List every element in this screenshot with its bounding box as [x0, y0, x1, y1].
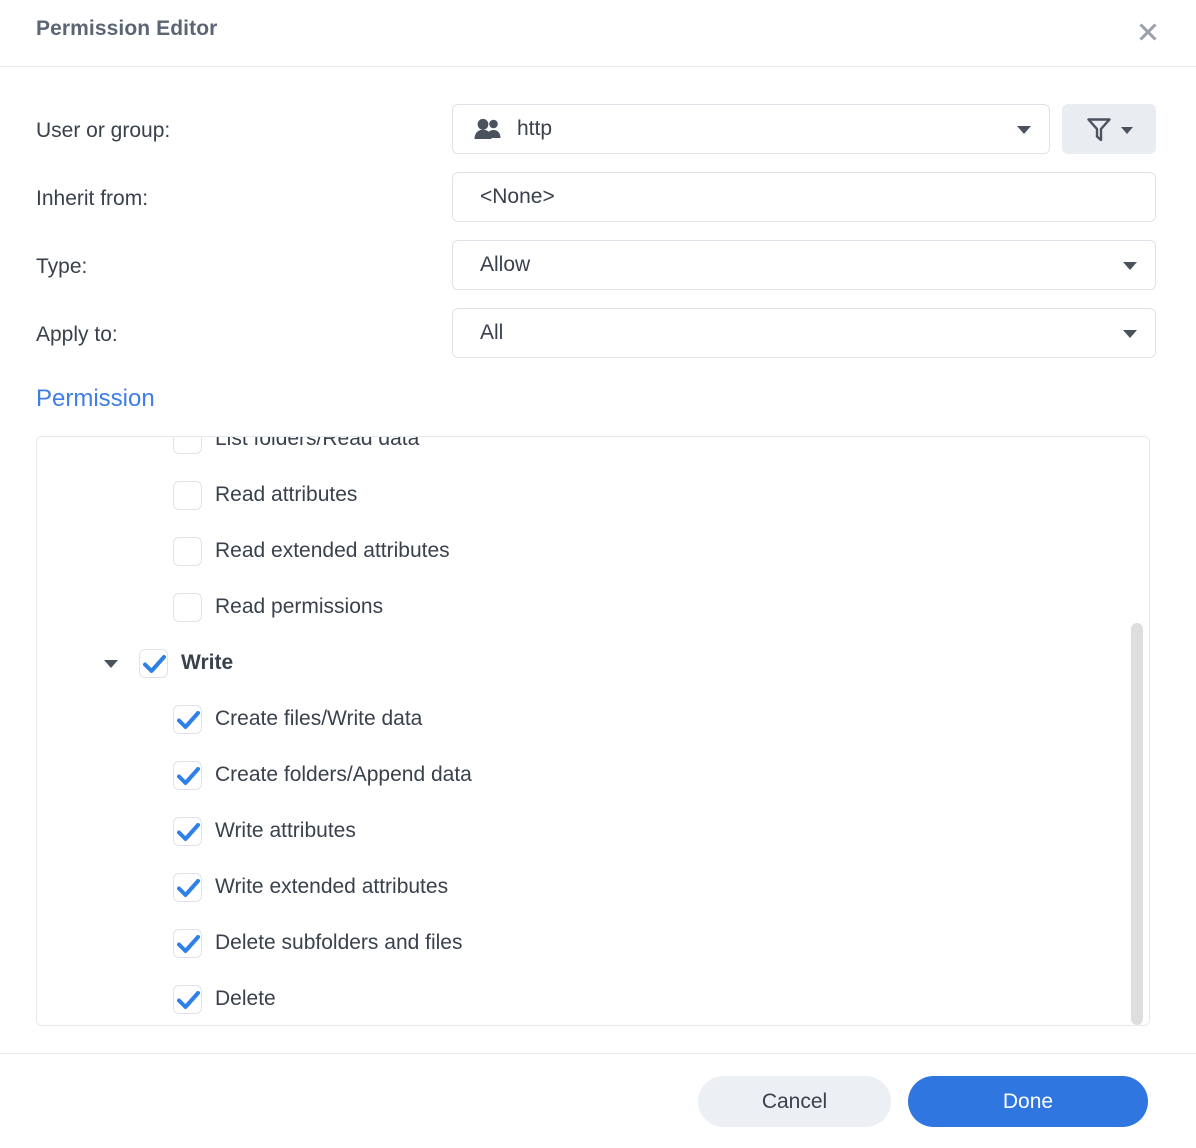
- chevron-down-icon: [1120, 127, 1133, 134]
- type-select[interactable]: Allow: [452, 240, 1156, 290]
- permission-label: List folders/Read data: [215, 436, 420, 450]
- permission-label: Create folders/Append data: [215, 763, 472, 786]
- permission-label: Create files/Write data: [215, 707, 423, 730]
- user-or-group-value: http: [517, 117, 553, 140]
- permission-label: Delete subfolders and files: [215, 931, 463, 954]
- close-icon[interactable]: [1130, 14, 1166, 50]
- cancel-button[interactable]: Cancel: [698, 1076, 891, 1127]
- permission-row[interactable]: List folders/Read data: [37, 436, 1149, 467]
- checkbox-checked[interactable]: [173, 928, 202, 958]
- permission-row[interactable]: Create folders/Append data: [37, 747, 1149, 803]
- permission-editor-dialog: Permission Editor User or group: http In…: [0, 0, 1196, 1148]
- type-value: Allow: [480, 253, 531, 276]
- permission-label: Write: [181, 651, 234, 674]
- group-icon: [473, 118, 503, 140]
- apply-to-select[interactable]: All: [452, 308, 1156, 358]
- footer-divider: [0, 1053, 1196, 1054]
- chevron-down-icon: [1017, 126, 1031, 134]
- user-or-group-select[interactable]: http: [452, 104, 1050, 154]
- inherit-from-label: Inherit from:: [36, 187, 149, 210]
- permission-row[interactable]: Delete subfolders and files: [37, 915, 1149, 971]
- permission-row[interactable]: Create files/Write data: [37, 691, 1149, 747]
- permission-group-row[interactable]: Write: [37, 635, 1149, 691]
- checkbox-unchecked[interactable]: [173, 480, 202, 510]
- apply-to-label: Apply to:: [36, 323, 118, 346]
- checkbox-checked[interactable]: [173, 984, 202, 1014]
- permission-row[interactable]: Read extended attributes: [37, 523, 1149, 579]
- checkbox-checked[interactable]: [173, 704, 202, 734]
- permission-section-title: Permission: [36, 385, 155, 412]
- checkbox-unchecked[interactable]: [173, 437, 202, 454]
- filter-button[interactable]: [1062, 104, 1156, 154]
- checkbox-unchecked[interactable]: [173, 536, 202, 566]
- permission-list-container: List folders/Read data Read attributes Rea…: [36, 436, 1150, 1026]
- permission-list: List folders/Read data Read attributes Rea…: [37, 436, 1149, 1025]
- checkbox-checked[interactable]: [139, 648, 168, 678]
- permission-label: Read permissions: [215, 595, 384, 618]
- permission-row[interactable]: Read attributes: [37, 467, 1149, 523]
- checkbox-checked[interactable]: [173, 760, 202, 790]
- permission-list-scrollbar[interactable]: [1131, 437, 1143, 1025]
- scrollbar-thumb[interactable]: [1131, 623, 1143, 1025]
- done-button[interactable]: Done: [908, 1076, 1148, 1127]
- chevron-down-icon: [1123, 262, 1137, 270]
- user-or-group-label: User or group:: [36, 119, 171, 142]
- permission-row[interactable]: Write attributes: [37, 803, 1149, 859]
- inherit-from-field[interactable]: <None>: [452, 172, 1156, 222]
- inherit-from-value: <None>: [480, 185, 555, 208]
- permission-label: Write extended attributes: [215, 875, 449, 898]
- chevron-down-icon: [1123, 330, 1137, 338]
- apply-to-value: All: [480, 321, 504, 344]
- permission-label: Write attributes: [215, 819, 356, 842]
- checkbox-checked[interactable]: [173, 872, 202, 902]
- permission-row[interactable]: Read permissions: [37, 579, 1149, 635]
- permission-row[interactable]: Delete: [37, 971, 1149, 1025]
- dialog-titlebar: Permission Editor: [0, 0, 1196, 67]
- checkbox-checked[interactable]: [173, 816, 202, 846]
- page-title: Permission Editor: [36, 17, 218, 40]
- permission-label: Read extended attributes: [215, 539, 450, 562]
- permission-row[interactable]: Write extended attributes: [37, 859, 1149, 915]
- type-label: Type:: [36, 255, 88, 278]
- caret-down-icon[interactable]: [104, 660, 118, 668]
- permission-label: Delete: [215, 987, 276, 1010]
- checkbox-unchecked[interactable]: [173, 592, 202, 622]
- filter-icon: [1086, 117, 1111, 141]
- permission-label: Read attributes: [215, 483, 358, 506]
